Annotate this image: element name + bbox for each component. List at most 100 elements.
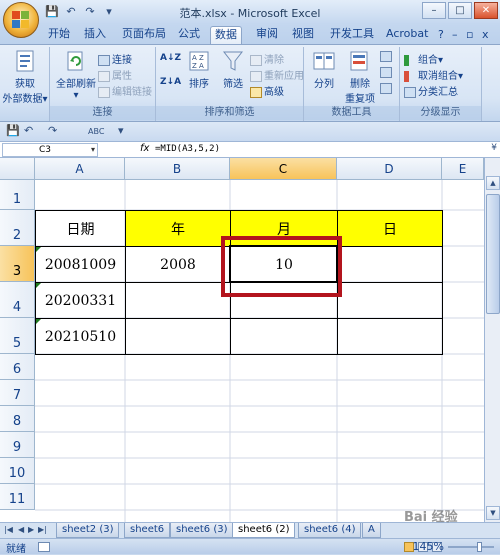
table-cell-a4[interactable]: 20200331 [35, 282, 126, 319]
row-header-6[interactable]: 6 [0, 354, 35, 380]
ribbon-tabs: 开始 插入 页面布局 公式 数据 审阅 视图 开发工具 Acrobat ? – … [0, 24, 500, 44]
header-cell-day[interactable]: 日 [337, 210, 443, 247]
zoom-level[interactable]: 145% [413, 540, 444, 553]
column-header-c[interactable]: C [230, 158, 337, 180]
row-header-7[interactable]: 7 [0, 380, 35, 406]
sort-button[interactable]: A ZZ A 排序 [182, 49, 216, 90]
name-box-dropdown-icon[interactable]: ▾ [91, 144, 95, 156]
sort-descending-button[interactable]: Z↓A [160, 77, 181, 87]
undo-icon[interactable]: ↶ [24, 124, 33, 137]
tab-insert[interactable]: 插入 [80, 26, 110, 44]
table-cell-b5[interactable] [125, 318, 231, 355]
header-cell-year[interactable]: 年 [125, 210, 231, 247]
sheet-tab[interactable]: A [362, 523, 381, 538]
edit-links-button[interactable]: 编辑链接 [98, 83, 152, 98]
connections-button[interactable]: 连接 [98, 51, 132, 66]
customize-qat-icon[interactable]: ▾ [118, 124, 124, 137]
zoom-slider-handle[interactable] [477, 542, 482, 552]
group-button[interactable]: 组合▾ [404, 51, 443, 66]
reapply-button[interactable]: 重新应用 [250, 67, 304, 82]
table-cell-d4[interactable] [337, 282, 443, 319]
vertical-scrollbar[interactable]: ▲ ▼ [484, 158, 500, 522]
first-sheet-button[interactable]: |◀ [4, 525, 13, 534]
clear-filter-button[interactable]: 清除 [250, 51, 284, 66]
consolidate-button[interactable] [380, 67, 394, 79]
column-header-e[interactable]: E [442, 158, 484, 180]
expand-formula-bar-icon[interactable]: ¥ [491, 143, 497, 153]
table-cell-a3[interactable]: 20081009 [35, 246, 126, 283]
table-cell-a5[interactable]: 20210510 [35, 318, 126, 355]
tab-view[interactable]: 视图 [288, 26, 318, 44]
properties-button[interactable]: 属性 [98, 67, 132, 82]
zoom-slider[interactable] [448, 546, 494, 548]
table-cell-d5[interactable] [337, 318, 443, 355]
help-icon[interactable]: ? [438, 28, 444, 41]
header-cell-date[interactable]: 日期 [35, 210, 126, 247]
ribbon-restore-button[interactable]: ▫ [466, 28, 473, 41]
scrollbar-thumb[interactable] [486, 194, 500, 314]
macro-record-icon[interactable] [38, 542, 50, 552]
data-validation-button[interactable] [380, 51, 394, 63]
clear-filter-icon [250, 54, 262, 66]
sheet-tab[interactable]: sheet2 (3) [56, 523, 120, 538]
next-sheet-button[interactable]: ▶ [28, 525, 34, 534]
ribbon-minimize-button[interactable]: – [452, 28, 458, 41]
row-header-2[interactable]: 2 [0, 210, 35, 246]
tab-page-layout[interactable]: 页面布局 [118, 26, 170, 44]
tab-data[interactable]: 数据 [210, 26, 242, 44]
table-cell-d3[interactable] [337, 246, 443, 283]
row-header-3[interactable]: 3 [0, 246, 35, 282]
row-header-10[interactable]: 10 [0, 458, 35, 484]
scroll-down-button[interactable]: ▼ [486, 506, 500, 520]
sheet-tab[interactable]: sheet6 [124, 523, 171, 538]
table-cell-b4[interactable] [125, 282, 231, 319]
sheet-tab-active[interactable]: sheet6 (2) [232, 523, 296, 538]
office-button[interactable] [3, 2, 39, 38]
row-header-11[interactable]: 11 [0, 484, 35, 510]
last-sheet-button[interactable]: ▶| [38, 525, 47, 534]
spelling-icon[interactable]: ABC [88, 127, 104, 136]
name-box[interactable]: C3 ▾ [2, 143, 98, 157]
insert-function-icon[interactable]: fx [140, 143, 149, 154]
column-header-a[interactable]: A [35, 158, 125, 180]
prev-sheet-button[interactable]: ◀ [18, 525, 24, 534]
tab-review[interactable]: 审阅 [252, 26, 282, 44]
scroll-up-button[interactable]: ▲ [486, 176, 500, 190]
consolidate-icon [380, 67, 392, 78]
minimize-button[interactable]: – [422, 2, 446, 19]
filter-button[interactable]: 筛选 [218, 49, 248, 90]
tab-formulas[interactable]: 公式 [174, 26, 204, 44]
sheet-tab[interactable]: sheet6 (4) [298, 523, 362, 538]
text-to-columns-button[interactable]: 分列 [306, 49, 342, 90]
worksheet-grid[interactable]: A B C D E 1 2 3 4 5 6 7 8 9 10 11 日期 年 月… [0, 158, 500, 522]
table-cell-c5[interactable] [230, 318, 338, 355]
tab-home[interactable]: 开始 [44, 26, 74, 44]
tab-developer[interactable]: 开发工具 [326, 26, 378, 44]
select-all-corner[interactable] [0, 158, 35, 180]
row-header-8[interactable]: 8 [0, 406, 35, 432]
properties-icon [98, 70, 110, 82]
redo-icon[interactable]: ↷ [48, 124, 57, 137]
row-header-9[interactable]: 9 [0, 432, 35, 458]
row-header-1[interactable]: 1 [0, 180, 35, 210]
tab-acrobat[interactable]: Acrobat [382, 26, 432, 44]
workbook-close-button[interactable]: x [482, 28, 489, 41]
refresh-all-button[interactable]: 全部刷新 ▾ [54, 49, 98, 101]
remove-duplicates-button[interactable]: 删除 重复项 [342, 49, 378, 105]
row-header-4[interactable]: 4 [0, 282, 35, 318]
maximize-button[interactable]: □ [448, 2, 472, 19]
column-header-d[interactable]: D [337, 158, 442, 180]
formula-input[interactable]: =MID(A3,5,2) [155, 144, 220, 154]
sheet-tab[interactable]: sheet6 (3) [170, 523, 234, 538]
ungroup-button[interactable]: 取消组合▾ [404, 67, 463, 82]
table-cell-b3[interactable]: 2008 [125, 246, 231, 283]
save-icon[interactable]: 💾 [6, 124, 20, 137]
close-button[interactable]: ✕ [474, 2, 498, 19]
subtotal-button[interactable]: 分类汇总 [404, 83, 458, 98]
sort-ascending-button[interactable]: A↓Z [160, 53, 181, 63]
get-external-data-button[interactable]: 获取 外部数据▾ [2, 49, 48, 105]
advanced-filter-button[interactable]: 高级 [250, 83, 284, 98]
row-header-5[interactable]: 5 [0, 318, 35, 354]
what-if-button[interactable] [380, 83, 394, 95]
column-header-b[interactable]: B [125, 158, 230, 180]
